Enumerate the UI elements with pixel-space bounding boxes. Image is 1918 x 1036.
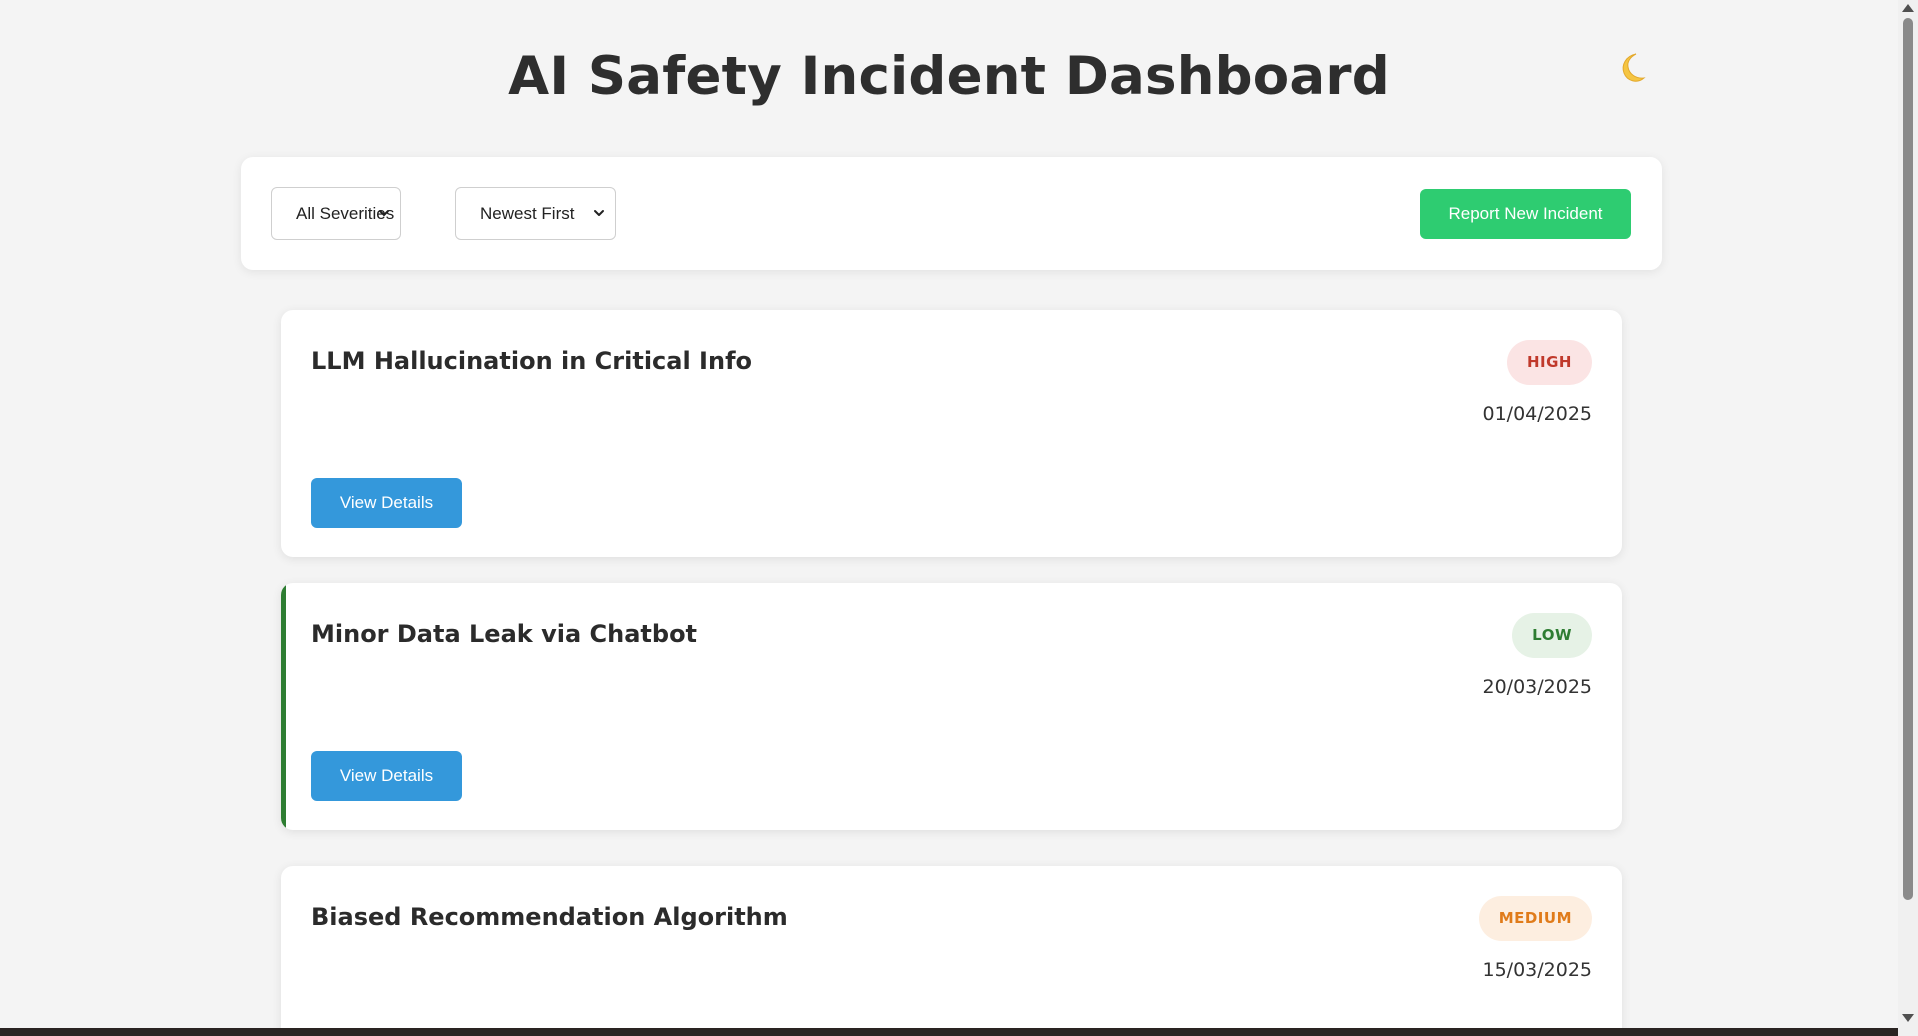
incident-date: 20/03/2025 — [1482, 676, 1592, 698]
taskbar-edge — [0, 1028, 1898, 1036]
incident-title: Biased Recommendation Algorithm — [311, 903, 788, 931]
severity-accent-border — [281, 583, 286, 830]
view-details-button[interactable]: View Details — [311, 478, 462, 528]
incident-date: 15/03/2025 — [1482, 959, 1592, 981]
severity-badge: HIGH — [1506, 340, 1592, 385]
scroll-down-arrow-icon[interactable] — [1902, 1014, 1914, 1022]
chevron-down-icon — [594, 210, 604, 216]
incident-card: Biased Recommendation Algorithm MEDIUM 1… — [281, 866, 1622, 1028]
report-new-incident-button[interactable]: Report New Incident — [1420, 189, 1631, 239]
incident-card: Minor Data Leak via Chatbot LOW 20/03/20… — [281, 583, 1622, 830]
severity-badge: MEDIUM — [1478, 896, 1592, 941]
incident-date: 01/04/2025 — [1482, 403, 1592, 425]
sort-order-value: Newest First — [480, 204, 575, 223]
incident-title: LLM Hallucination in Critical Info — [311, 347, 752, 375]
severity-badge: LOW — [1512, 613, 1592, 658]
page: AI Safety Incident Dashboard All Severit… — [0, 0, 1898, 1028]
theme-toggle-button[interactable] — [1612, 50, 1648, 86]
view-details-button[interactable]: View Details — [311, 751, 462, 801]
severity-filter-select[interactable]: All Severities — [271, 187, 401, 240]
controls-panel: All Severities Newest First Report New I… — [241, 157, 1662, 270]
incident-card: LLM Hallucination in Critical Info HIGH … — [281, 310, 1622, 557]
crescent-moon-icon — [1622, 53, 1646, 82]
scrollbar-thumb[interactable] — [1903, 18, 1913, 900]
sort-order-select[interactable]: Newest First — [455, 187, 616, 240]
vertical-scrollbar[interactable] — [1898, 0, 1918, 1036]
scroll-up-arrow-icon[interactable] — [1902, 4, 1914, 12]
chevron-down-icon — [379, 210, 389, 216]
incident-title: Minor Data Leak via Chatbot — [311, 620, 698, 648]
